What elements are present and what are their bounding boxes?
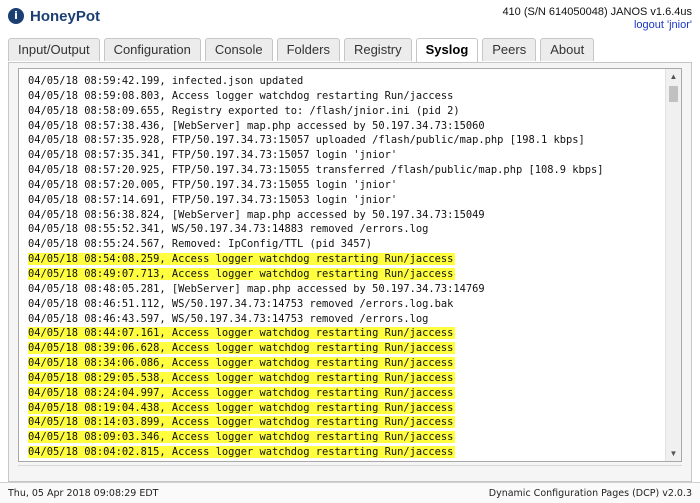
log-line-text: 04/05/18 08:57:20.005, FTP/50.197.34.73:… — [28, 178, 398, 191]
log-line-text: 04/05/18 08:56:38.824, [WebServer] map.p… — [28, 208, 485, 221]
log-line-text: 04/05/18 08:58:09.655, Registry exported… — [28, 104, 460, 117]
log-line-text: 04/05/18 08:59:08.803, Access logger wat… — [28, 89, 454, 102]
log-line: 04/05/18 08:59:42.199, infected.json upd… — [28, 74, 664, 89]
log-line-text: 04/05/18 08:57:35.341, FTP/50.197.34.73:… — [28, 149, 398, 162]
log-line: 04/05/18 08:46:51.112, WS/50.197.34.73:1… — [28, 297, 664, 312]
tab-folders[interactable]: Folders — [276, 38, 340, 61]
log-line: 04/05/18 08:59:08.803, Access logger wat… — [28, 89, 664, 104]
tab-registry[interactable]: Registry — [343, 38, 412, 61]
log-line: 04/05/18 08:09:03.346, Access logger wat… — [28, 430, 664, 445]
log-line: 04/05/18 08:44:07.161, Access logger wat… — [28, 326, 664, 341]
app-logo: i HoneyPot — [8, 5, 100, 27]
log-line: 04/05/18 08:46:43.597, WS/50.197.34.73:1… — [28, 312, 664, 327]
log-lines: 04/05/18 08:59:42.199, infected.json upd… — [28, 74, 664, 460]
log-line-text: 04/05/18 08:46:51.112, WS/50.197.34.73:1… — [28, 297, 454, 310]
log-line: 04/05/18 08:39:06.628, Access logger wat… — [28, 341, 664, 356]
log-line: 04/05/18 08:57:20.005, FTP/50.197.34.73:… — [28, 178, 664, 193]
tab-configuration[interactable]: Configuration — [103, 38, 201, 61]
log-line: 04/05/18 08:14:03.899, Access logger wat… — [28, 415, 664, 430]
device-info: 410 (S/N 614050048) JANOS v1.6.4us — [502, 6, 692, 18]
info-logo-icon: i — [8, 8, 24, 24]
log-line-text: 04/05/18 08:48:05.281, [WebServer] map.p… — [28, 282, 485, 295]
log-line-text: 04/05/18 08:14:03.899, Access logger wat… — [28, 416, 456, 429]
log-line: 04/05/18 08:49:07.713, Access logger wat… — [28, 267, 664, 282]
tab-console[interactable]: Console — [204, 38, 273, 61]
tab-syslog[interactable]: Syslog — [415, 38, 479, 63]
log-line: 04/05/18 08:55:24.567, Removed: IpConfig… — [28, 237, 664, 252]
header-bar: i HoneyPot 410 (S/N 614050048) JANOS v1.… — [0, 0, 700, 38]
log-line: 04/05/18 08:54:08.259, Access logger wat… — [28, 252, 664, 267]
footer-timestamp: Thu, 05 Apr 2018 09:08:29 EDT — [8, 488, 159, 499]
log-line: 04/05/18 08:29:05.538, Access logger wat… — [28, 371, 664, 386]
log-line-text: 04/05/18 08:44:07.161, Access logger wat… — [28, 327, 456, 340]
logout-link[interactable]: logout 'jnior' — [634, 19, 692, 31]
log-line: 04/05/18 08:56:38.824, [WebServer] map.p… — [28, 208, 664, 223]
log-line-text: 04/05/18 08:57:38.436, [WebServer] map.p… — [28, 119, 485, 132]
log-line-text: 04/05/18 08:59:42.199, infected.json upd… — [28, 75, 304, 87]
log-line-text: 04/05/18 08:09:03.346, Access logger wat… — [28, 431, 456, 444]
log-line: 04/05/18 08:24:04.997, Access logger wat… — [28, 386, 664, 401]
footer-version: Dynamic Configuration Pages (DCP) v2.0.3 — [488, 488, 692, 499]
log-line: 04/05/18 08:48:05.281, [WebServer] map.p… — [28, 282, 664, 297]
syslog-panel: 04/05/18 08:59:42.199, infected.json upd… — [8, 62, 692, 482]
log-line-text: 04/05/18 08:57:35.928, FTP/50.197.34.73:… — [28, 134, 585, 147]
log-line-text: 04/05/18 08:57:14.691, FTP/50.197.34.73:… — [28, 193, 398, 206]
tab-bar: Input/Output Configuration Console Folders R… — [8, 38, 598, 63]
tab-input-output[interactable]: Input/Output — [8, 38, 100, 61]
log-line-text: 04/05/18 08:55:52.341, WS/50.197.34.73:1… — [28, 223, 429, 236]
log-line-text: 04/05/18 08:46:43.597, WS/50.197.34.73:1… — [28, 312, 429, 325]
footer-bar: Thu, 05 Apr 2018 09:08:29 EDT Dynamic Co… — [0, 482, 700, 503]
log-line-text: 04/05/18 08:19:04.438, Access logger wat… — [28, 401, 456, 414]
log-line-text: 04/05/18 08:55:24.567, Removed: IpConfig… — [28, 238, 373, 251]
app-title: HoneyPot — [30, 7, 101, 25]
log-line: 04/05/18 08:57:14.691, FTP/50.197.34.73:… — [28, 193, 664, 208]
log-line: 04/05/18 08:19:04.438, Access logger wat… — [28, 401, 664, 416]
panel-divider — [18, 465, 682, 478]
log-line: 04/05/18 08:57:35.928, FTP/50.197.34.73:… — [28, 133, 664, 148]
log-line-text: 04/05/18 08:54:08.259, Access logger wat… — [28, 253, 456, 266]
syslog-viewer[interactable]: 04/05/18 08:59:42.199, infected.json upd… — [18, 68, 682, 462]
log-line-text: 04/05/18 08:34:06.086, Access logger wat… — [28, 357, 456, 370]
log-line-text: 04/05/18 08:57:20.925, FTP/50.197.34.73:… — [28, 164, 604, 177]
log-line-text: 04/05/18 08:29:05.538, Access logger wat… — [28, 371, 456, 384]
vertical-scrollbar[interactable]: ▲ ▼ — [665, 69, 681, 461]
log-line-text: 04/05/18 08:49:07.713, Access logger wat… — [28, 267, 456, 280]
log-line: 04/05/18 08:58:09.655, Registry exported… — [28, 104, 664, 119]
log-line: 04/05/18 08:57:35.341, FTP/50.197.34.73:… — [28, 148, 664, 163]
scroll-up-arrow-icon[interactable]: ▲ — [666, 69, 681, 84]
log-line: 04/05/18 08:55:52.341, WS/50.197.34.73:1… — [28, 222, 664, 237]
log-line: 04/05/18 08:34:06.086, Access logger wat… — [28, 356, 664, 371]
log-line: 04/05/18 08:57:38.436, [WebServer] map.p… — [28, 119, 664, 134]
log-line: 04/05/18 08:57:20.925, FTP/50.197.34.73:… — [28, 163, 664, 178]
tab-about[interactable]: About — [540, 38, 595, 61]
log-line-text: 04/05/18 08:39:06.628, Access logger wat… — [28, 342, 456, 355]
log-line-text: 04/05/18 08:04:02.815, Access logger wat… — [28, 446, 456, 459]
scroll-down-arrow-icon[interactable]: ▼ — [666, 446, 681, 461]
log-line-text: 04/05/18 08:24:04.997, Access logger wat… — [28, 386, 456, 399]
tab-peers[interactable]: Peers — [482, 38, 537, 61]
scroll-thumb[interactable] — [669, 86, 678, 102]
log-line: 04/05/18 08:04:02.815, Access logger wat… — [28, 445, 664, 460]
